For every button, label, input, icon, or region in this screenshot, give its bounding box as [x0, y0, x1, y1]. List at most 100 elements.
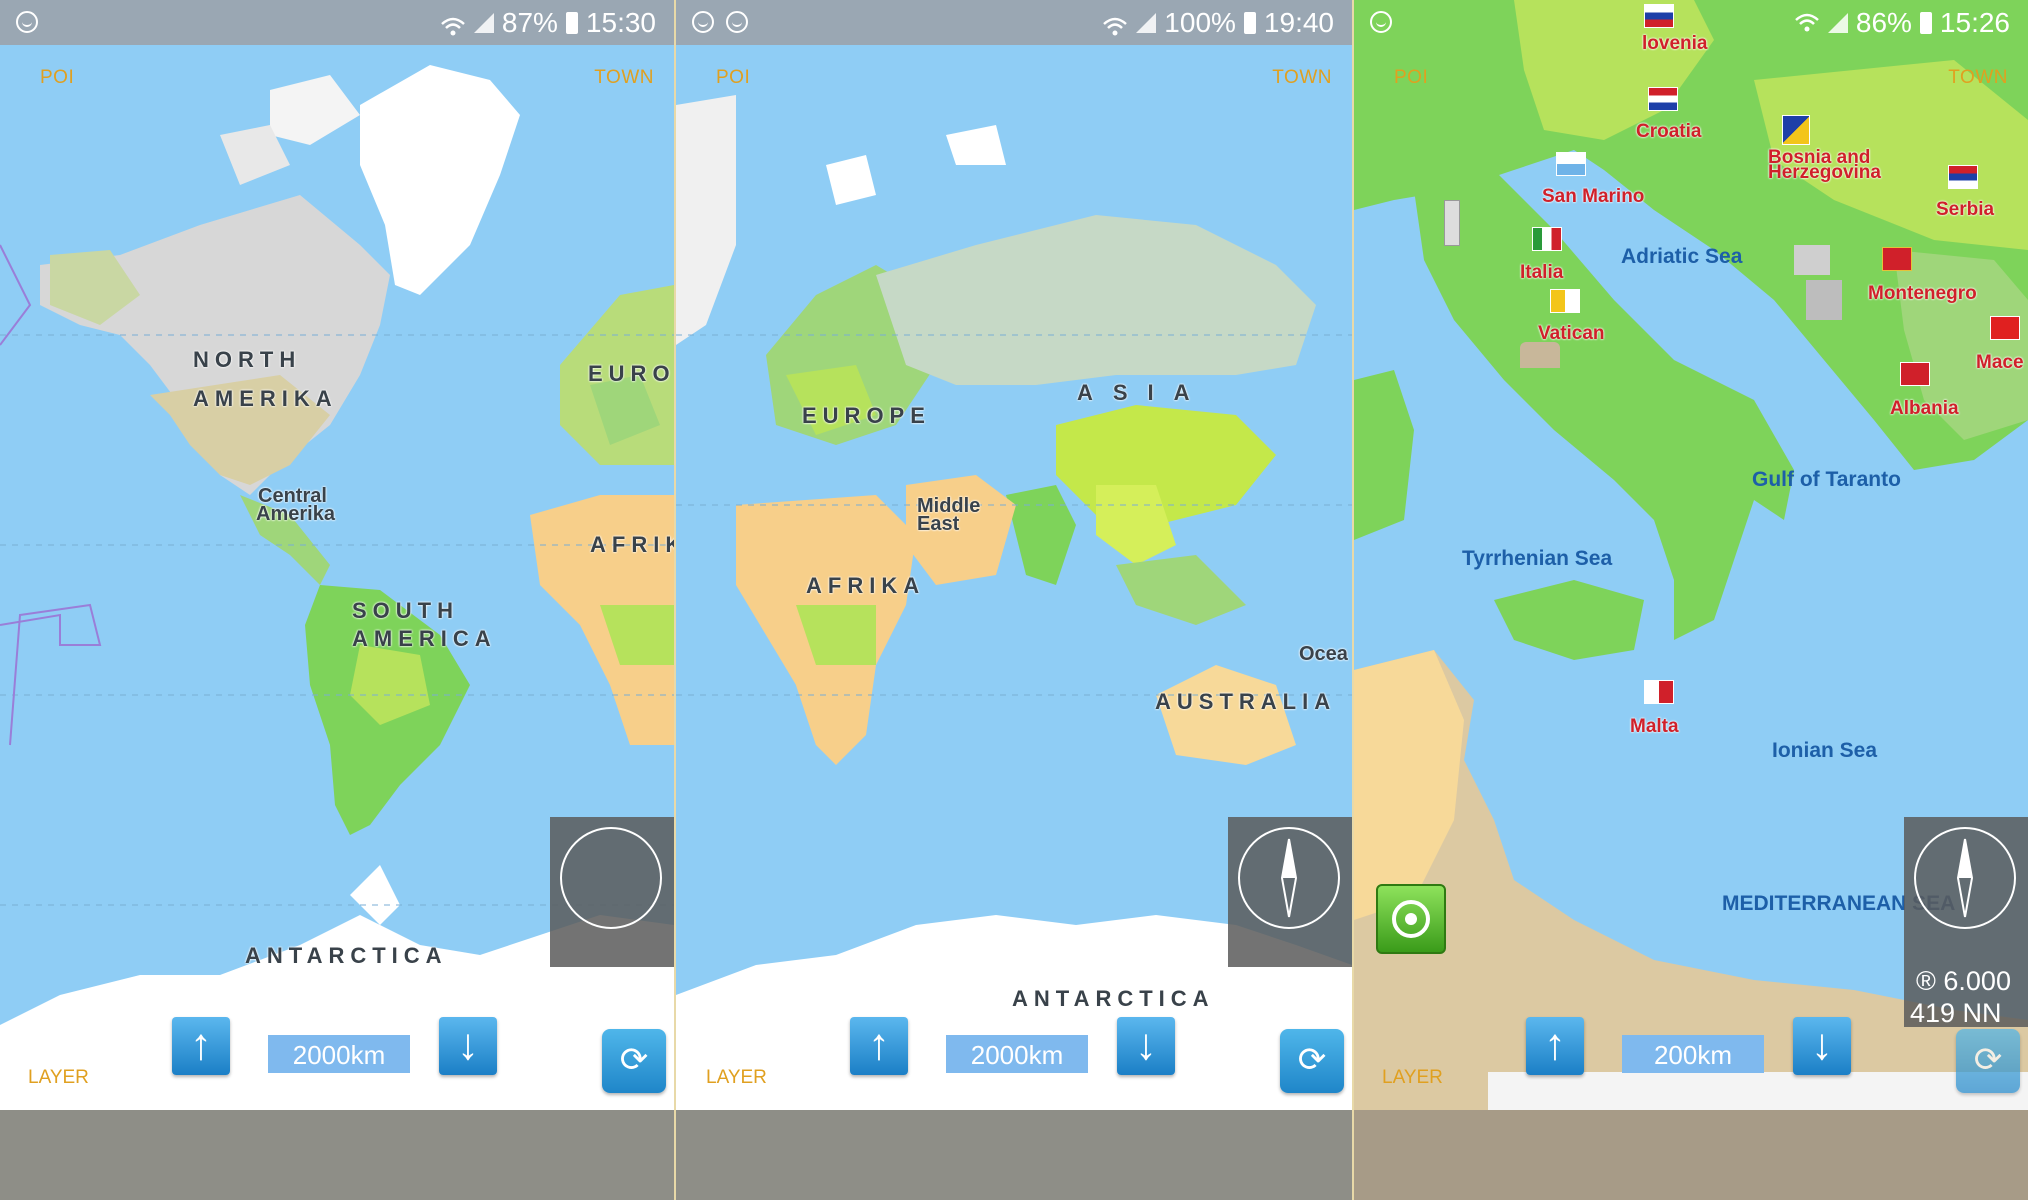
colosseum-icon[interactable]	[1520, 342, 1560, 368]
layer-toggle[interactable]: LAYER	[1382, 1067, 1443, 1089]
town-toggle[interactable]: TOWN	[1948, 67, 2008, 89]
map-panel-italy: 86% 15:26 POI TOWN lovenia Croatia Bosni…	[1354, 0, 2028, 1200]
flag-croatia-icon[interactable]	[1648, 87, 1678, 111]
compass-icon	[1238, 827, 1340, 929]
label-italia: Italia	[1520, 262, 1564, 283]
label-bosnia: Bosnia and Herzegovina	[1768, 147, 1881, 183]
flag-albania-icon[interactable]	[1900, 362, 1930, 386]
zoom-in-button[interactable]: ↑	[850, 1017, 908, 1075]
signal-icon	[1827, 13, 1848, 33]
flag-bosnia-icon[interactable]	[1782, 115, 1810, 145]
notification-icon	[692, 11, 714, 33]
flag-macedonia-icon[interactable]	[1990, 316, 2020, 340]
scale-indicator: 2000km	[268, 1035, 410, 1073]
compass-widget[interactable]	[550, 817, 674, 967]
clock: 19:40	[1263, 7, 1334, 38]
map-panel-world-americas: 87% 15:30 POI TOWN NORTH AMERIKA EURO Ce…	[0, 0, 674, 1200]
layer-toggle[interactable]: LAYER	[28, 1067, 89, 1089]
rotate-icon: ⟳	[1973, 1041, 2003, 1079]
layer-toggle[interactable]: LAYER	[706, 1067, 767, 1089]
label-europe: EUROPE	[802, 403, 931, 428]
zoom-in-button[interactable]: ↑	[172, 1017, 230, 1075]
wifi-icon	[1102, 12, 1128, 36]
label-oceania: Ocea	[1299, 643, 1348, 665]
flag-serbia-icon[interactable]	[1948, 165, 1978, 189]
rotate-icon: ⟳	[619, 1041, 649, 1079]
landmark-icon-2[interactable]	[1806, 280, 1842, 320]
up-arrow-icon: ↑	[1544, 1020, 1566, 1069]
label-australia: AUSTRALIA	[1155, 689, 1337, 714]
zoom-out-button[interactable]: ↓	[1117, 1017, 1175, 1075]
signal-icon	[1136, 13, 1157, 33]
poi-toggle[interactable]: POI	[40, 67, 74, 89]
label-europe: EUROP	[588, 361, 674, 386]
compass-widget[interactable]: ® 6.000 419 NN	[1904, 817, 2028, 1028]
map-canvas[interactable]: POI TOWN NORTH AMERIKA EUROP Central Ame…	[0, 45, 674, 1110]
rotate-button[interactable]: ⟳	[1280, 1029, 1344, 1093]
battery-icon	[1919, 12, 1932, 34]
pisa-tower-icon[interactable]	[1444, 200, 1460, 246]
clock: 15:30	[585, 7, 656, 38]
label-albania: Albania	[1890, 398, 1959, 419]
gps-locate-button[interactable]	[1376, 884, 1446, 954]
poi-toggle[interactable]: POI	[716, 67, 750, 89]
bottom-strip	[676, 1110, 1352, 1200]
label-montenegro: Montenegro	[1868, 283, 1977, 304]
compass-icon	[1914, 827, 2016, 929]
notification-icon	[16, 11, 38, 33]
battery-percent: 100%	[1164, 7, 1236, 38]
label-serbia: Serbia	[1936, 199, 1995, 220]
clock: 15:26	[1939, 7, 2010, 38]
flag-vatican-icon[interactable]	[1550, 289, 1580, 313]
rotate-button[interactable]: ⟳	[602, 1029, 666, 1093]
poi-toggle[interactable]: POI	[1394, 67, 1428, 89]
status-bar: 100% 19:40	[676, 0, 1352, 45]
flag-san-marino-icon[interactable]	[1556, 152, 1586, 176]
label-antarctica: ANTARCTICA	[245, 943, 448, 968]
map-panel-world-asia: 100% 19:40 POI TOWN ASIA EUROPE Middle E…	[676, 0, 1352, 1200]
gps-locate-icon	[1392, 900, 1430, 938]
battery-icon	[1243, 12, 1256, 34]
battery-icon	[565, 12, 578, 34]
label-ionian-sea: Ionian Sea	[1772, 739, 1878, 762]
label-antarctica: ANTARCTICA	[1012, 986, 1215, 1011]
label-macedonia: Mace	[1976, 352, 2024, 373]
zoom-out-button[interactable]: ↓	[439, 1017, 497, 1075]
label-san-marino: San Marino	[1542, 186, 1645, 207]
map-canvas[interactable]: POI TOWN ASIA EUROPE Middle East AFRIKA …	[676, 45, 1352, 1110]
town-toggle[interactable]: TOWN	[594, 67, 654, 89]
status-bar: 87% 15:30	[0, 0, 674, 45]
down-arrow-icon: ↓	[457, 1020, 479, 1069]
zoom-in-button[interactable]: ↑	[1526, 1017, 1584, 1075]
bottom-strip	[1354, 1110, 2028, 1200]
map-canvas[interactable]: 86% 15:26 POI TOWN lovenia Croatia Bosni…	[1354, 0, 2028, 1110]
town-toggle[interactable]: TOWN	[1272, 67, 1332, 89]
scale-indicator: 200km	[1622, 1035, 1764, 1073]
compass-widget[interactable]	[1228, 817, 1352, 967]
label-gulf-of-taranto: Gulf of Taranto	[1752, 468, 1901, 491]
notification-icon-2	[726, 11, 748, 33]
info-line-2: 419 NN	[1910, 998, 2002, 1028]
info-line-1: ® 6.000	[1916, 966, 2011, 996]
up-arrow-icon: ↑	[868, 1020, 890, 1069]
up-arrow-icon: ↑	[190, 1020, 212, 1069]
label-africa: AFRIKA	[806, 573, 926, 598]
bottom-strip	[0, 1110, 674, 1200]
flag-malta-icon[interactable]	[1644, 680, 1674, 704]
label-north-america: NORTH	[193, 347, 302, 372]
signal-icon	[473, 13, 494, 33]
scale-bar-background	[1488, 1072, 2028, 1110]
scale-indicator: 2000km	[946, 1035, 1088, 1073]
flag-slovenia-icon[interactable]	[1644, 4, 1674, 28]
label-north-america-2: AMERIKA	[193, 386, 338, 411]
flag-italia-icon[interactable]	[1532, 227, 1562, 251]
wifi-icon	[1794, 12, 1820, 34]
label-south-america: SOUTH	[352, 598, 459, 623]
label-malta: Malta	[1630, 716, 1679, 737]
label-vatican: Vatican	[1538, 323, 1605, 344]
rotate-button[interactable]: ⟳	[1956, 1029, 2020, 1093]
flag-montenegro-icon[interactable]	[1882, 247, 1912, 271]
zoom-out-button[interactable]: ↓	[1793, 1017, 1851, 1075]
landmark-icon[interactable]	[1794, 245, 1830, 275]
compass-icon	[560, 827, 662, 929]
